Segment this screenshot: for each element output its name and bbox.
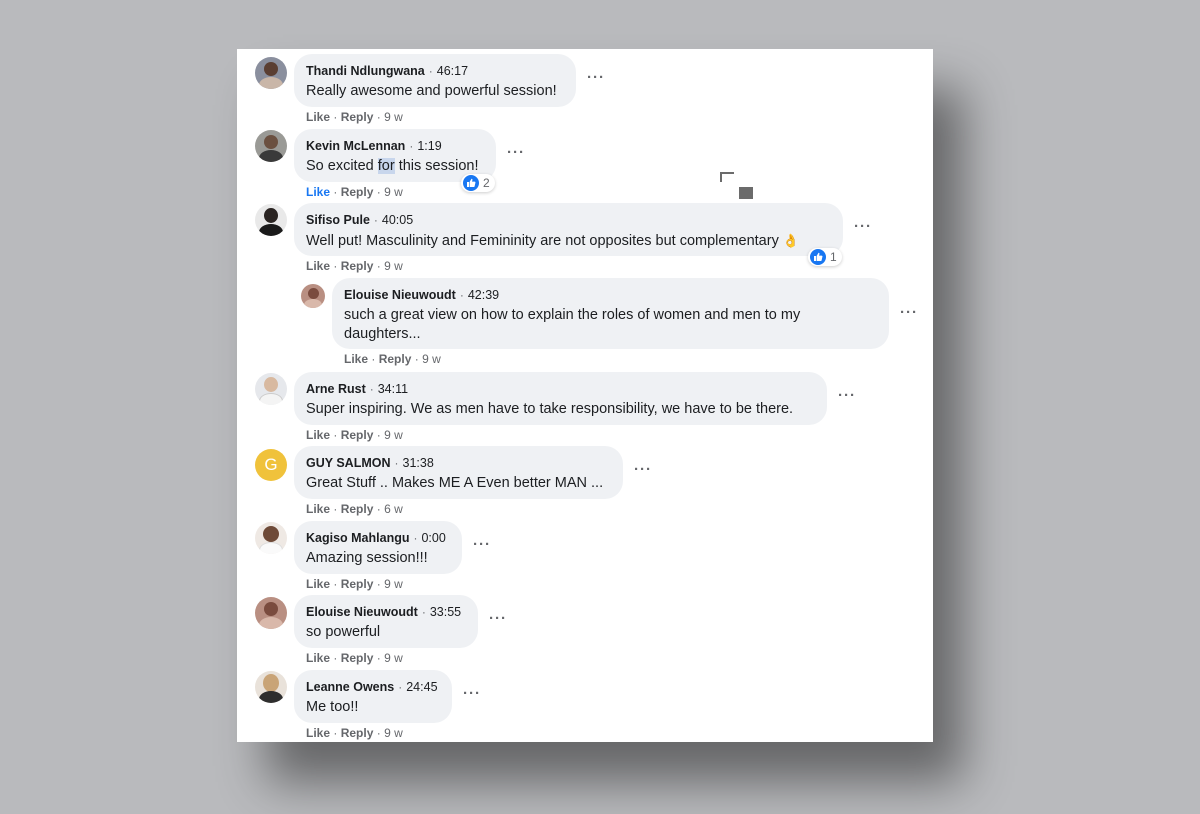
comment-text: Well put! Masculinity and Femininity are… [306, 233, 800, 249]
comment-actions: Like · Reply · 9 w [306, 577, 403, 591]
avatar[interactable] [301, 284, 325, 308]
comment-bubble: Thandi Ndlungwana · 46:17 Really awesome a… [294, 54, 576, 107]
comment-text: Amazing session!!! [306, 550, 428, 566]
more-options-icon[interactable]: ··· [854, 218, 872, 235]
comment-bubble: Sifiso Pule · 40:05 Well put! Masculinity … [294, 203, 843, 256]
comment-actions: Like · Reply · 9 w [306, 651, 403, 665]
comment-timestamp[interactable]: 0:00 [421, 531, 445, 545]
more-options-icon[interactable]: ··· [507, 144, 525, 161]
reply-link[interactable]: Reply [341, 502, 374, 516]
comment-age[interactable]: 9 w [384, 110, 403, 124]
comment-author[interactable]: Leanne Owens [306, 680, 394, 694]
comment-author[interactable]: Kagiso Mahlangu [306, 531, 409, 545]
reply-link[interactable]: Reply [379, 352, 412, 366]
comment-age[interactable]: 9 w [422, 352, 441, 366]
like-link[interactable]: Like [306, 259, 330, 273]
comment-timestamp[interactable]: 34:11 [378, 382, 408, 396]
like-link[interactable]: Like [306, 110, 330, 124]
thumbs-up-icon [463, 175, 479, 191]
comment-age[interactable]: 9 w [384, 577, 403, 591]
comment-age[interactable]: 9 w [384, 185, 403, 199]
avatar[interactable] [255, 373, 287, 405]
comment-age[interactable]: 6 w [384, 502, 403, 516]
reply-link[interactable]: Reply [341, 651, 374, 665]
comment-text: Super inspiring. We as men have to take … [306, 401, 794, 417]
comment-text: Really awesome and powerful session! [306, 83, 557, 99]
comment-actions: Like · Reply · 9 w [306, 428, 403, 442]
comments-panel: Thandi Ndlungwana · 46:17 Really awesome a… [237, 49, 933, 742]
avatar[interactable] [255, 597, 287, 629]
comment-author[interactable]: GUY SALMON [306, 456, 391, 470]
more-options-icon[interactable]: ··· [463, 685, 481, 702]
avatar[interactable]: G [255, 449, 287, 481]
comment-text: so powerful [306, 624, 381, 640]
comment-actions: Like · Reply · 9 w [306, 110, 403, 124]
comment-author[interactable]: Thandi Ndlungwana [306, 64, 425, 78]
comment-timestamp[interactable]: 40:05 [382, 213, 413, 227]
comment-actions: Like · Reply · 9 w [344, 352, 441, 366]
avatar[interactable] [255, 130, 287, 162]
comment-age[interactable]: 9 w [384, 726, 403, 740]
comment-bubble: Leanne Owens · 24:45 Me too!! [294, 670, 452, 723]
comment-timestamp[interactable]: 24:45 [406, 680, 437, 694]
comment-timestamp[interactable]: 1:19 [417, 139, 441, 153]
comment-bubble: Elouise Nieuwoudt · 42:39 such a great vie… [332, 278, 889, 349]
comment-bubble: Elouise Nieuwoudt · 33:55 so powerful [294, 595, 478, 648]
comment-timestamp[interactable]: 31:38 [403, 456, 434, 470]
like-link[interactable]: Like [306, 577, 330, 591]
comment-text: Me too!! [306, 699, 359, 715]
comment-age[interactable]: 9 w [384, 428, 403, 442]
comment-timestamp[interactable]: 33:55 [430, 605, 461, 619]
more-options-icon[interactable]: ··· [634, 461, 652, 478]
comment-age[interactable]: 9 w [384, 259, 403, 273]
ok-hand-emoji: 👌 [782, 233, 800, 248]
reply-link[interactable]: Reply [341, 428, 374, 442]
comment-author[interactable]: Arne Rust [306, 382, 366, 396]
avatar[interactable] [255, 522, 287, 554]
comment-text: So excited for this session! [306, 158, 479, 174]
more-options-icon[interactable]: ··· [900, 304, 918, 321]
reply-link[interactable]: Reply [341, 726, 374, 740]
comment-author[interactable]: Elouise Nieuwoudt [306, 605, 418, 619]
comment-actions: Like · Reply · 6 w [306, 502, 403, 516]
comment-actions: Like · Reply · 9 w [306, 259, 403, 273]
avatar[interactable] [255, 57, 287, 89]
comment-actions: Like · Reply · 9 w [306, 185, 403, 199]
reply-link[interactable]: Reply [341, 110, 374, 124]
comment-timestamp[interactable]: 42:39 [468, 288, 499, 302]
like-link[interactable]: Like [344, 352, 368, 366]
reaction-count[interactable]: 2 [461, 174, 495, 192]
comment-text: Great Stuff .. Makes ME A Even better MA… [306, 475, 604, 491]
reply-link[interactable]: Reply [341, 185, 374, 199]
reaction-count[interactable]: 1 [808, 248, 842, 266]
more-options-icon[interactable]: ··· [489, 610, 507, 627]
like-link[interactable]: Like [306, 502, 330, 516]
avatar[interactable] [255, 204, 287, 236]
more-options-icon[interactable]: ··· [587, 69, 605, 86]
comment-author[interactable]: Elouise Nieuwoudt [344, 288, 456, 302]
comment-bubble: GUY SALMON · 31:38 Great Stuff .. Makes ME… [294, 446, 623, 499]
comment-author[interactable]: Kevin McLennan [306, 139, 405, 153]
thumbs-up-icon [810, 249, 826, 265]
comment-bubble: Kagiso Mahlangu · 0:00 Amazing session!!! [294, 521, 462, 574]
comment-age[interactable]: 9 w [384, 651, 403, 665]
selected-text: for [377, 158, 395, 174]
comment-timestamp[interactable]: 46:17 [437, 64, 468, 78]
reply-link[interactable]: Reply [341, 259, 374, 273]
like-link[interactable]: Like [306, 651, 330, 665]
more-options-icon[interactable]: ··· [473, 536, 491, 553]
more-options-icon[interactable]: ··· [838, 387, 856, 404]
avatar-initial: G [264, 455, 278, 474]
comment-text: such a great view on how to explain the … [344, 307, 801, 342]
reply-link[interactable]: Reply [341, 577, 374, 591]
comment-actions: Like · Reply · 9 w [306, 726, 403, 740]
like-link[interactable]: Like [306, 726, 330, 740]
comment-bubble: Arne Rust · 34:11 Super inspiring. We as m… [294, 372, 827, 425]
comment-author[interactable]: Sifiso Pule [306, 213, 370, 227]
avatar[interactable] [255, 671, 287, 703]
like-link[interactable]: Like [306, 185, 330, 199]
like-link[interactable]: Like [306, 428, 330, 442]
